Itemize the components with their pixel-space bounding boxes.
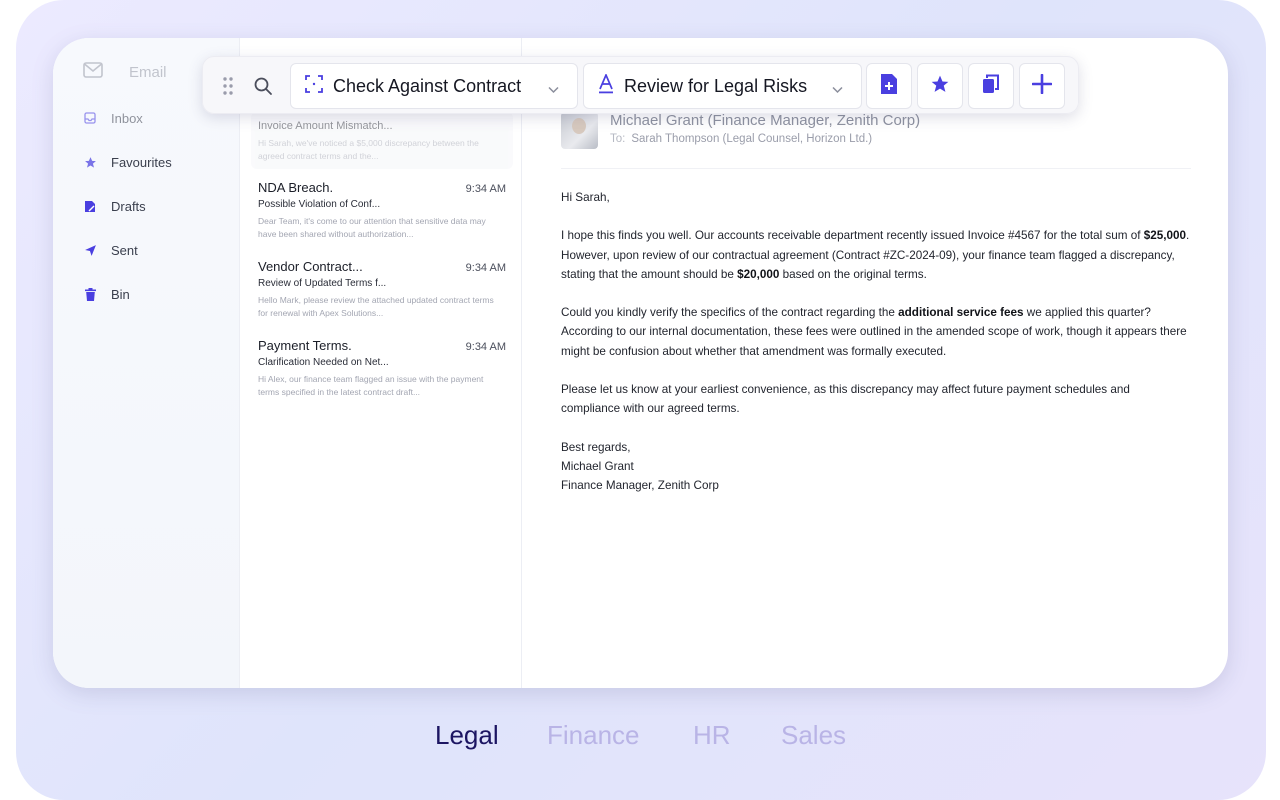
sidebar-item-sent[interactable]: Sent [73, 228, 223, 272]
mail-sender: NDA Breach. [258, 180, 334, 195]
amount-contract: $20,000 [737, 267, 780, 281]
signature: Best regards, Michael Grant Finance Mana… [561, 438, 1191, 496]
app-brand: Email [83, 62, 167, 83]
sidebar-item-label: Sent [111, 242, 138, 258]
sign-name: Michael Grant [561, 459, 634, 473]
mail-subject: Clarification Needed on Net... [258, 357, 389, 368]
sign-off: Best regards, [561, 440, 631, 454]
body-text: based on the original terms. [779, 267, 927, 281]
message-header: Michael Grant (Finance Manager, Zenith C… [561, 112, 920, 149]
star-icon [83, 155, 97, 169]
mail-time: 9:34 AM [465, 341, 506, 353]
check-contract-dropdown[interactable]: Check Against Contract [290, 63, 578, 109]
mail-sender: Payment Terms. [258, 338, 352, 353]
sidebar-item-label: Drafts [111, 198, 146, 214]
reading-pane: Michael Grant (Finance Manager, Zenith C… [523, 38, 1228, 688]
trash-icon [83, 287, 97, 301]
mail-sender: Vendor Contract... [258, 259, 363, 274]
scan-icon [305, 74, 323, 98]
add-button[interactable] [1019, 63, 1065, 109]
plus-icon [1031, 73, 1053, 99]
header-divider [561, 168, 1191, 169]
dropdown-label: Review for Legal Risks [624, 75, 808, 96]
tab-sales[interactable]: Sales [781, 720, 846, 751]
list-item[interactable]: Payment Terms. 9:34 AM Clarification Nee… [251, 332, 513, 405]
mail-subject: Possible Violation of Conf... [258, 199, 381, 210]
body-paragraph: Please let us know at your earliest conv… [561, 382, 1130, 416]
body-text: Could you kindly verify the specifics of… [561, 306, 899, 320]
sidebar-item-label: Favourites [111, 154, 172, 170]
body-paragraph: Could you kindly verify the specifics of… [561, 303, 1191, 361]
list-item[interactable]: Vendor Contract... 9:34 AM Review of Upd… [251, 253, 513, 326]
amount-invoiced: $25,000 [1143, 229, 1186, 243]
mail-preview: Dear Team, it's come to our attention th… [258, 216, 486, 239]
send-icon [83, 243, 97, 257]
to-label: To: [610, 133, 626, 145]
mail-subject: Review of Updated Terms f... [258, 278, 387, 289]
legal-risk-dropdown[interactable]: Review for Legal Risks [583, 63, 862, 109]
body-text: I hope this finds you well. Our accounts… [561, 229, 1144, 243]
tab-legal[interactable]: Legal [435, 720, 499, 751]
search-icon[interactable] [253, 76, 273, 101]
draft-icon [83, 199, 97, 213]
recipient-name: Sarah Thompson (Legal Counsel, Horizon L… [631, 133, 873, 145]
ai-toolbar: Check Against Contract Review for Legal … [202, 56, 1079, 114]
list-item[interactable]: NDA Breach. 9:34 AM Possible Violation o… [251, 174, 513, 247]
mail-subject: Invoice Amount Mismatch... [258, 120, 393, 132]
star-icon [930, 74, 950, 99]
chevron-down-icon [832, 81, 843, 99]
add-document-icon [880, 73, 898, 100]
drag-handle-icon[interactable] [221, 76, 235, 96]
tab-hr[interactable]: HR [693, 720, 731, 751]
favourite-button[interactable] [917, 63, 963, 109]
inbox-icon [83, 111, 97, 125]
sidebar: Email Inbox Favourites Drafts Sent Bin [53, 38, 240, 688]
recipient-line: To: Sarah Thompson (Legal Counsel, Horizo… [610, 133, 920, 145]
sidebar-item-label: Inbox [111, 110, 143, 126]
copy-icon [982, 74, 1000, 99]
mail-preview: Hello Mark, please review the attached u… [258, 295, 494, 318]
dropdown-label: Check Against Contract [333, 75, 522, 96]
mail-time: 9:34 AM [465, 262, 506, 274]
app-title: Email [129, 64, 167, 81]
sign-title: Finance Manager, Zenith Corp [561, 478, 719, 492]
sidebar-item-bin[interactable]: Bin [73, 272, 223, 316]
sidebar-item-favourites[interactable]: Favourites [73, 140, 223, 184]
sender-name: Michael Grant (Finance Manager, Zenith C… [610, 112, 921, 129]
highlight-fees: additional service fees [898, 306, 1024, 320]
sidebar-item-drafts[interactable]: Drafts [73, 184, 223, 228]
mail-list: Invoice Amount Mismatch... Hi Sarah, we'… [241, 38, 522, 688]
greeting: Hi Sarah, [561, 191, 610, 204]
mail-time: 9:34 AM [465, 183, 506, 195]
mail-icon [83, 62, 103, 83]
email-window: Email Inbox Favourites Drafts Sent Bin I… [53, 38, 1228, 688]
text-style-icon [598, 72, 614, 99]
mail-preview: Hi Sarah, we've noticed a $5,000 discrep… [258, 138, 479, 161]
copy-button[interactable] [968, 63, 1014, 109]
add-document-button[interactable] [866, 63, 912, 109]
message-body: Hi Sarah, I hope this finds you well. Ou… [561, 188, 1191, 495]
body-paragraph: I hope this finds you well. Our accounts… [561, 226, 1191, 284]
avatar [561, 112, 598, 149]
tab-finance[interactable]: Finance [547, 720, 640, 751]
category-tabs: Legal Finance HR Sales [0, 720, 1280, 760]
mail-preview: Hi Alex, our finance team flagged an iss… [258, 374, 484, 397]
sidebar-nav: Inbox Favourites Drafts Sent Bin [73, 96, 223, 316]
list-item[interactable]: Invoice Amount Mismatch... Hi Sarah, we'… [251, 112, 513, 169]
sidebar-item-label: Bin [111, 286, 130, 302]
sidebar-item-inbox[interactable]: Inbox [73, 96, 223, 140]
chevron-down-icon [548, 81, 559, 99]
